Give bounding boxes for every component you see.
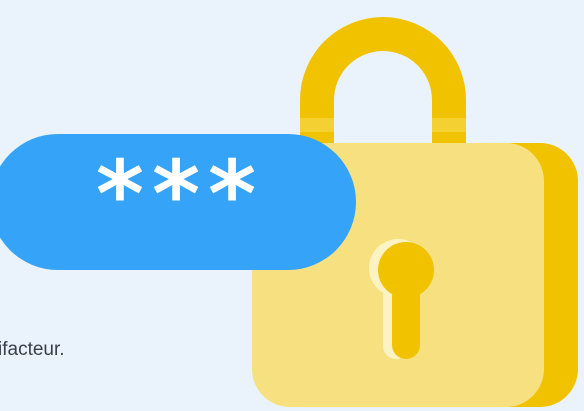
- illustration: ***: [0, 17, 578, 407]
- lock-shackle-band: [300, 118, 334, 132]
- lock-shackle-band-right: [432, 118, 466, 132]
- password-field: ***: [0, 134, 356, 270]
- password-mask: ***: [96, 141, 264, 248]
